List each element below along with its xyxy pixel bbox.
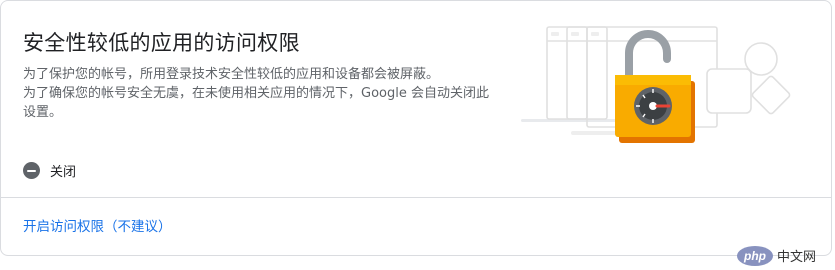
svg-text:中文网: 中文网	[777, 250, 816, 265]
php-logo-icon: php 中文网	[737, 246, 816, 266]
enable-access-link[interactable]: 开启访问权限（不建议）	[23, 215, 172, 235]
status-row: 关闭	[23, 161, 76, 180]
card-title: 安全性较低的应用的访问权限	[23, 31, 300, 55]
minus-circle-icon	[23, 162, 40, 179]
svg-text:php: php	[743, 249, 766, 263]
security-illustration	[521, 26, 791, 143]
settings-card: 安全性较低的应用的访问权限 为了保护您的帐号，所用登录技术安全性较低的应用和设备…	[0, 0, 832, 256]
unlocked-padlock-icon	[615, 30, 695, 143]
watermark: php 中文网	[735, 242, 835, 270]
status-label: 关闭	[50, 165, 77, 180]
description-line-1: 为了保护您的帐号，所用登录技术安全性较低的应用和设备都会被屏蔽。	[23, 67, 440, 82]
card-description: 为了保护您的帐号，所用登录技术安全性较低的应用和设备都会被屏蔽。 为了确保您的帐…	[23, 65, 493, 122]
page: 安全性较低的应用的访问权限 为了保护您的帐号，所用登录技术安全性较低的应用和设备…	[0, 0, 835, 270]
divider	[1, 197, 831, 198]
description-line-2: 为了确保您的帐号安全无虞，在未使用相关应用的情况下，Google 会自动关闭此设…	[23, 86, 489, 120]
